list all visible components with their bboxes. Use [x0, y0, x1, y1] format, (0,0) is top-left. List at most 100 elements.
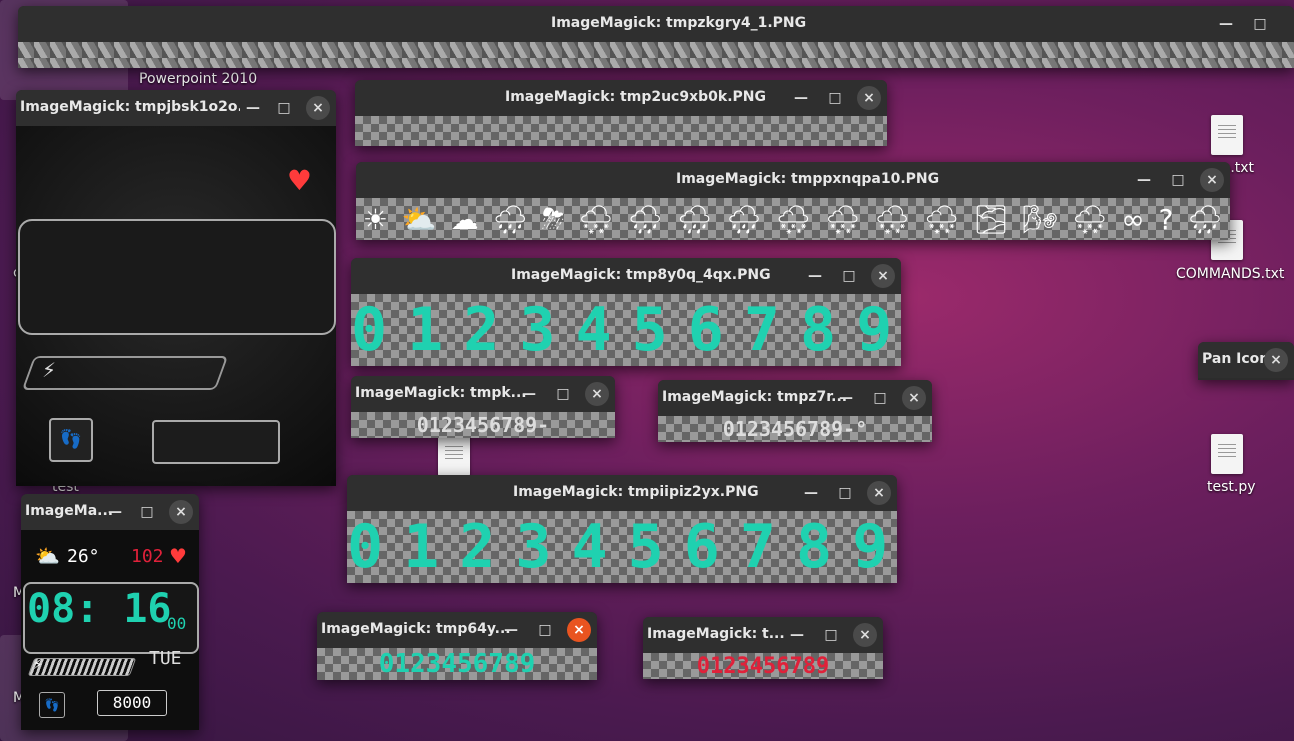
window-tmp2uc9xb0k[interactable]: ImageMagick: tmp2uc9xb0k.PNG — □ × — [355, 80, 887, 146]
titlebar[interactable]: ImageMagick: tmppxnqpa10.PNG — □ × — [356, 162, 1230, 198]
weather-icon: 🌧 — [676, 202, 713, 236]
weather-icon: ⛈ — [541, 202, 565, 235]
titlebar[interactable]: ImageMagick: tmp64y... — □ × — [317, 612, 597, 648]
watch-background-image: ♥ ⚡ 👣 — [16, 126, 336, 486]
minimize-button[interactable]: — — [789, 86, 813, 110]
time-display: 08: 16 — [27, 586, 172, 632]
bolt-icon: ⚡ — [33, 657, 43, 673]
close-button[interactable]: × — [585, 382, 609, 406]
maximize-button[interactable]: □ — [868, 386, 892, 410]
desktop-file-icon-test-py[interactable] — [1211, 434, 1243, 474]
day-display: TUE — [149, 648, 182, 669]
close-button[interactable]: × — [853, 623, 877, 647]
weather-icon: 🌧 — [627, 202, 664, 236]
maximize-button[interactable]: □ — [1166, 168, 1190, 192]
window-tmpiipiz2yx[interactable]: ImageMagick: tmpiipiz2yx.PNG — □ × 01234… — [347, 475, 897, 583]
close-button[interactable]: × — [1264, 348, 1288, 372]
desktop-label-test-py[interactable]: test.py — [1207, 479, 1256, 495]
digit-strip: 0123456789- — [416, 413, 550, 437]
temperature: 26° — [67, 546, 100, 567]
window-title: ImageMagick: t... — [647, 626, 785, 642]
window-title: ImageMa... — [25, 503, 114, 519]
footprint-icon: 👣 — [39, 692, 65, 718]
window-watch-preview[interactable]: ImageMa... — □ × ⛅ 26° 102 ♥ 08: 16 00 T… — [21, 494, 199, 730]
minimize-button[interactable]: — — [785, 623, 809, 647]
titlebar[interactable]: ImageMagick: tmp2uc9xb0k.PNG — □ × — [355, 80, 887, 116]
maximize-button[interactable]: □ — [272, 96, 296, 120]
maximize-button[interactable]: □ — [819, 623, 843, 647]
window-title: ImageMagick: tmpzkgry4_1.PNG — [551, 15, 807, 31]
minimize-button[interactable]: — — [103, 500, 127, 524]
window-tmpz7r[interactable]: ImageMagick: tmpz7r... — □ × 0123456789-… — [658, 380, 932, 442]
window-tmpzkgry4[interactable]: ImageMagick: tmpzkgry4_1.PNG — □ — [18, 6, 1294, 68]
maximize-button[interactable]: □ — [823, 86, 847, 110]
maximize-button[interactable]: □ — [837, 264, 861, 288]
heart-rate: 102 — [131, 546, 164, 567]
titlebar[interactable]: ImageMa... — □ × — [21, 494, 199, 530]
window-tmp64y[interactable]: ImageMagick: tmp64y... — □ × 0123456789 — [317, 612, 597, 680]
weather-icon: 🌧 — [1187, 202, 1223, 236]
window-t-red[interactable]: ImageMagick: t... — □ × 0123456789 — [643, 617, 883, 679]
titlebar[interactable]: ImageMagick: tmp8y0q_4qx.PNG — □ × — [351, 258, 901, 294]
weather-icon: 🌨 — [923, 202, 960, 236]
close-button[interactable]: × — [169, 500, 193, 524]
close-button[interactable]: × — [867, 481, 891, 505]
close-button[interactable]: × — [306, 96, 330, 120]
titlebar[interactable]: ImageMagick: tmpjbsk1o2o.... — □ × — [16, 90, 336, 126]
titlebar[interactable]: ImageMagick: tmpz7r... — □ × — [658, 380, 932, 416]
weather-icon: 🌧 — [492, 202, 528, 236]
desktop-file-icon[interactable] — [1211, 115, 1243, 155]
desktop-label-commands[interactable]: COMMANDS.txt — [1176, 266, 1284, 282]
window-tmpk[interactable]: ImageMagick: tmpk... — □ × 0123456789- — [351, 376, 615, 438]
weather-icon: ☀ — [362, 202, 389, 236]
window-tmppxnqpa10[interactable]: ImageMagick: tmppxnqpa10.PNG — □ × ☀ ⛅ ☁ 🌧 ⛈… — [356, 162, 1230, 240]
minimize-button[interactable]: — — [517, 382, 541, 406]
digit-strip: 0123456789 — [351, 295, 901, 365]
maximize-button[interactable]: □ — [551, 382, 575, 406]
minimize-button[interactable]: — — [803, 264, 827, 288]
maximize-button[interactable]: □ — [533, 618, 557, 642]
main-panel-frame — [18, 219, 336, 335]
weather-icon: 🌨 — [1071, 202, 1108, 236]
titlebar[interactable]: ImageMagick: tmpk... — □ × — [351, 376, 615, 412]
window-tmp8y0q-4qx[interactable]: ImageMagick: tmp8y0q_4qx.PNG — □ × 01234… — [351, 258, 901, 366]
minimize-button[interactable]: — — [499, 618, 523, 642]
cloud-sun-icon: ⛅ — [35, 544, 60, 568]
window-pan-icon[interactable]: Pan Icon × — [1198, 342, 1294, 380]
close-button[interactable]: × — [871, 264, 895, 288]
weather-icon: 🌨 — [874, 202, 910, 236]
minimize-button[interactable]: — — [241, 96, 265, 120]
weather-icon: 🌧 — [726, 202, 762, 236]
close-button[interactable]: × — [857, 86, 881, 110]
desktop-file-icon-mid[interactable] — [438, 436, 470, 476]
window-title: ImageMagick: tmpjbsk1o2o.... — [20, 99, 240, 115]
weather-icon: 🌬 — [1022, 202, 1059, 236]
titlebar[interactable]: ImageMagick: tmpiipiz2yx.PNG — □ × — [347, 475, 897, 511]
maximize-button[interactable]: □ — [833, 481, 857, 505]
close-button[interactable]: × — [1200, 168, 1224, 192]
titlebar[interactable]: Pan Icon × — [1198, 342, 1294, 378]
minimize-button[interactable]: — — [1214, 12, 1238, 36]
maximize-button[interactable]: □ — [1248, 12, 1272, 36]
window-title: ImageMagick: tmppxnqpa10.PNG — [676, 171, 940, 187]
desktop-label-powerpoint[interactable]: Powerpoint 2010 — [139, 71, 257, 87]
minimize-button[interactable]: — — [1132, 168, 1156, 192]
close-button[interactable]: × — [567, 618, 591, 642]
window-title: ImageMagick: tmpiipiz2yx.PNG — [513, 484, 759, 500]
weather-icon: 🌨 — [775, 202, 812, 236]
close-button[interactable]: × — [902, 386, 926, 410]
window-tmpjbsk1o2o[interactable]: ImageMagick: tmpjbsk1o2o.... — □ × ♥ ⚡ 👣 — [16, 90, 336, 486]
image-canvas — [18, 42, 1294, 68]
weather-icon: ? — [1158, 202, 1174, 236]
titlebar[interactable]: ImageMagick: t... — □ × — [643, 617, 883, 653]
watch-face: ⛅ 26° 102 ♥ 08: 16 00 TUE ⚡ 👣 8000 — [21, 530, 199, 730]
weather-icon: ∞ — [1121, 202, 1145, 236]
minimize-button[interactable]: — — [834, 386, 858, 410]
digit-strip: 0123456789 — [347, 512, 897, 582]
minimize-button[interactable]: — — [799, 481, 823, 505]
maximize-button[interactable]: □ — [135, 500, 159, 524]
titlebar[interactable]: ImageMagick: tmpzkgry4_1.PNG — □ — [18, 6, 1294, 42]
window-title: ImageMagick: tmp8y0q_4qx.PNG — [511, 267, 771, 283]
heart-icon: ♥ — [169, 544, 187, 568]
weather-icon: ⛅ — [401, 202, 437, 236]
